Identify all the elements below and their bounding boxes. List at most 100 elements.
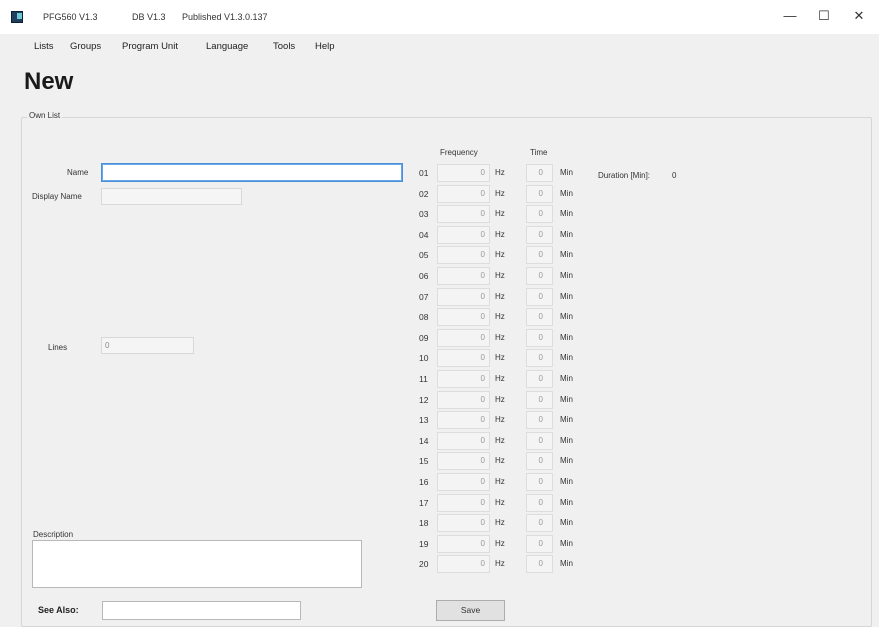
hz-unit: Hz (495, 435, 505, 445)
program-row: 07 0 Hz 0 Min (0, 287, 879, 306)
see-also-input[interactable] (102, 601, 301, 620)
hz-unit: Hz (495, 250, 505, 260)
frequency-field[interactable]: 0 (437, 473, 490, 491)
menu-bar: Lists Groups Program Unit Language Tools… (0, 34, 879, 58)
time-field[interactable]: 0 (526, 246, 553, 265)
menu-help[interactable]: Help (315, 41, 335, 52)
menu-program-unit[interactable]: Program Unit (122, 41, 178, 52)
time-field[interactable]: 0 (526, 205, 553, 224)
time-field[interactable]: 0 (526, 267, 553, 285)
time-field[interactable]: 0 (526, 514, 553, 533)
row-number: 19 (419, 538, 429, 549)
frequency-field[interactable]: 0 (437, 205, 490, 224)
time-field[interactable]: 0 (526, 493, 553, 512)
frequency-field[interactable]: 0 (437, 493, 490, 512)
time-field[interactable]: 0 (526, 287, 553, 306)
frequency-field[interactable]: 0 (437, 390, 490, 409)
hz-unit: Hz (495, 415, 505, 425)
row-number: 05 (419, 250, 429, 261)
menu-language[interactable]: Language (206, 41, 248, 52)
min-unit: Min (560, 209, 573, 219)
close-button[interactable]: ✕ (846, 6, 872, 26)
min-unit: Min (560, 559, 573, 569)
time-field[interactable]: 0 (526, 225, 553, 244)
min-unit: Min (560, 415, 573, 425)
time-field[interactable]: 0 (526, 164, 553, 182)
time-field[interactable]: 0 (526, 473, 553, 491)
program-row: 16 0 Hz 0 Min (0, 473, 879, 491)
min-unit: Min (560, 188, 573, 198)
row-number: 08 (419, 312, 429, 323)
frequency-field[interactable]: 0 (437, 411, 490, 430)
time-field[interactable]: 0 (526, 184, 553, 203)
min-unit: Min (560, 518, 573, 528)
frequency-field[interactable]: 0 (437, 514, 490, 533)
min-unit: Min (560, 477, 573, 486)
min-unit: Min (560, 538, 573, 548)
time-field[interactable]: 0 (526, 534, 553, 553)
time-field[interactable]: 0 (526, 370, 553, 388)
frequency-field[interactable]: 0 (437, 370, 490, 388)
minimize-button[interactable]: — (777, 6, 803, 26)
hz-unit: Hz (495, 518, 505, 528)
row-number: 07 (419, 291, 429, 302)
time-field[interactable]: 0 (526, 390, 553, 409)
frequency-field[interactable]: 0 (437, 287, 490, 306)
min-unit: Min (560, 394, 573, 404)
hz-unit: Hz (495, 291, 505, 301)
menu-groups[interactable]: Groups (70, 41, 101, 52)
program-row: 13 0 Hz 0 Min (0, 411, 879, 430)
frequency-field[interactable]: 0 (437, 555, 490, 574)
maximize-button[interactable]: ☐ (811, 6, 837, 26)
hz-unit: Hz (495, 332, 505, 342)
frequency-field[interactable]: 0 (437, 349, 490, 368)
program-row: 01 0 Hz 0 Min (0, 164, 879, 182)
program-row: 09 0 Hz 0 Min (0, 328, 879, 347)
program-row: 20 0 Hz 0 Min (0, 555, 879, 574)
time-field[interactable]: 0 (526, 555, 553, 574)
published-version: Published V1.3.0.137 (182, 12, 268, 22)
program-row: 14 0 Hz 0 Min (0, 431, 879, 450)
min-unit: Min (560, 374, 573, 383)
frequency-field[interactable]: 0 (437, 452, 490, 471)
time-field[interactable]: 0 (526, 328, 553, 347)
frequency-field[interactable]: 0 (437, 308, 490, 327)
frequency-field[interactable]: 0 (437, 184, 490, 203)
save-button[interactable]: Save (436, 600, 505, 621)
frequency-field[interactable]: 0 (437, 225, 490, 244)
row-number: 14 (419, 435, 429, 446)
program-row: 02 0 Hz 0 Min (0, 184, 879, 203)
time-field[interactable]: 0 (526, 308, 553, 327)
row-number: 12 (419, 394, 429, 405)
menu-tools[interactable]: Tools (273, 41, 295, 52)
row-number: 03 (419, 209, 429, 220)
row-number: 02 (419, 188, 429, 199)
row-number: 18 (419, 518, 429, 529)
time-field[interactable]: 0 (526, 431, 553, 450)
group-legend: Own List (27, 111, 63, 120)
row-number: 06 (419, 271, 429, 281)
min-unit: Min (560, 497, 573, 507)
hz-unit: Hz (495, 168, 505, 177)
program-row: 18 0 Hz 0 Min (0, 514, 879, 533)
frequency-field[interactable]: 0 (437, 164, 490, 182)
see-also-label: See Also: (38, 605, 79, 615)
time-field[interactable]: 0 (526, 452, 553, 471)
frequency-field[interactable]: 0 (437, 267, 490, 285)
program-row: 10 0 Hz 0 Min (0, 349, 879, 368)
frequency-field[interactable]: 0 (437, 534, 490, 553)
hz-unit: Hz (495, 312, 505, 322)
hz-unit: Hz (495, 188, 505, 198)
frequency-field[interactable]: 0 (437, 246, 490, 265)
min-unit: Min (560, 332, 573, 342)
min-unit: Min (560, 353, 573, 363)
time-field[interactable]: 0 (526, 349, 553, 368)
frequency-field[interactable]: 0 (437, 431, 490, 450)
hz-unit: Hz (495, 353, 505, 363)
frequency-field[interactable]: 0 (437, 328, 490, 347)
menu-lists[interactable]: Lists (34, 41, 54, 52)
program-row: 15 0 Hz 0 Min (0, 452, 879, 471)
hz-unit: Hz (495, 374, 505, 383)
program-row: 06 0 Hz 0 Min (0, 267, 879, 285)
time-field[interactable]: 0 (526, 411, 553, 430)
